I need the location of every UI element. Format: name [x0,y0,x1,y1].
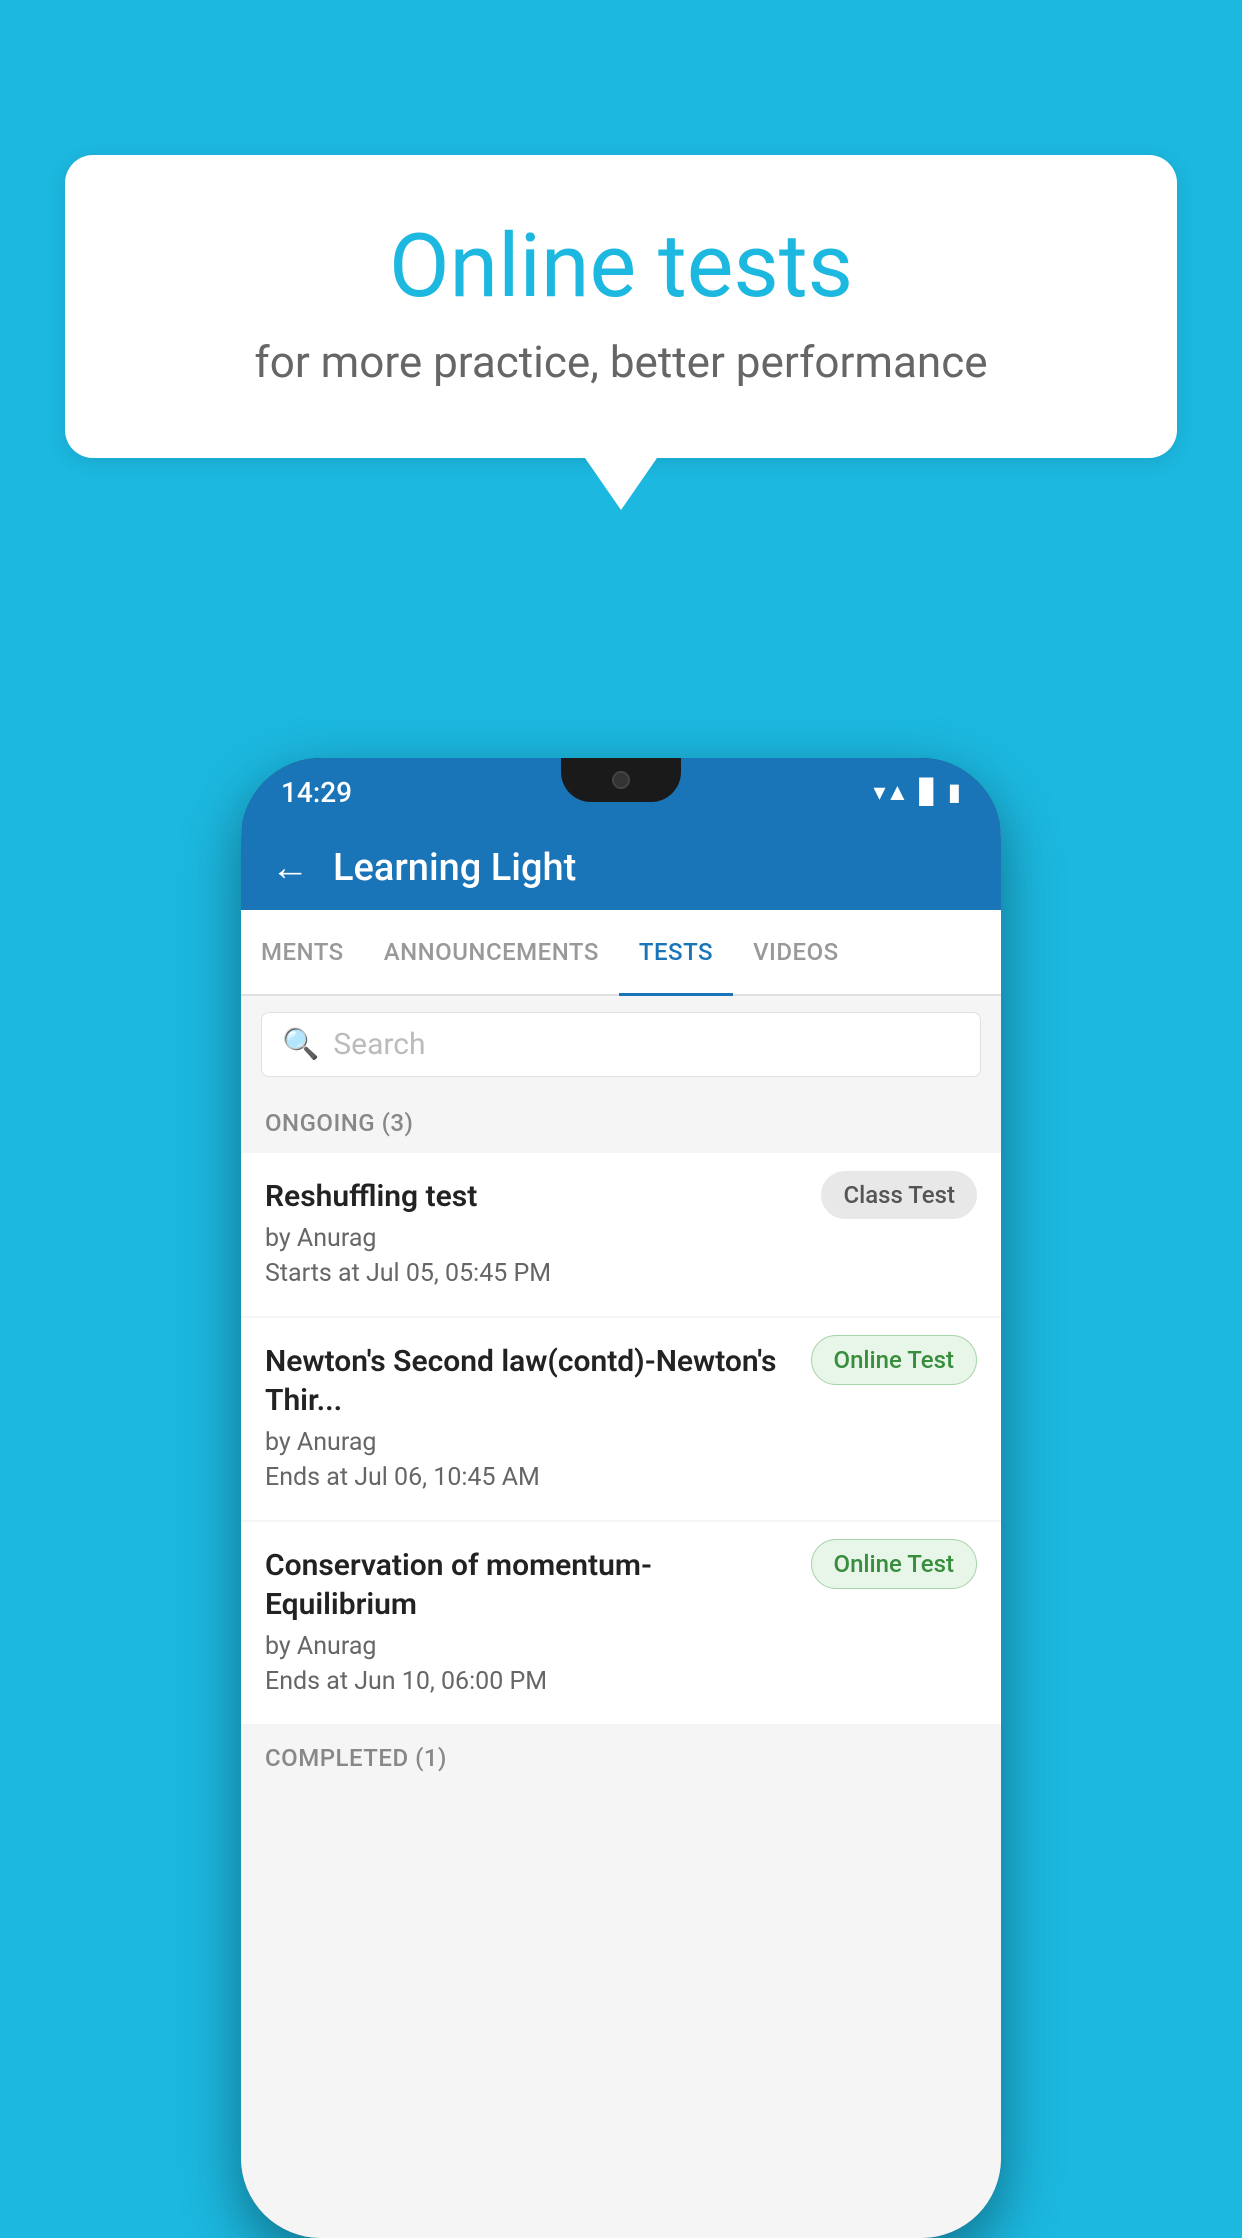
search-placeholder: Search [333,1027,425,1062]
app-header: ← Learning Light [241,826,1001,910]
completed-section-header: COMPLETED (1) [241,1728,1001,1788]
phone-frame: 14:29 ▾▲ ▊ ▮ ← Learning Light MENTS ANNO… [241,758,1001,2238]
app-screen: ← Learning Light MENTS ANNOUNCEMENTS TES… [241,826,1001,2238]
test-item-details: Conservation of momentum-Equilibrium by … [265,1546,795,1696]
test-item-date: Starts at Jul 05, 05:45 PM [265,1259,805,1288]
test-item[interactable]: Newton's Second law(contd)-Newton's Thir… [241,1318,1001,1520]
test-item-name: Newton's Second law(contd)-Newton's Thir… [265,1342,795,1420]
ongoing-section-header: ONGOING (3) [241,1093,1001,1153]
speech-bubble-subtitle: for more practice, better performance [145,336,1097,388]
test-item-name: Conservation of momentum-Equilibrium [265,1546,795,1624]
test-badge: Class Test [821,1171,977,1219]
app-header-title: Learning Light [333,846,576,890]
search-bar-container: 🔍 Search [241,996,1001,1093]
test-badge: Online Test [811,1335,977,1385]
tab-announcements[interactable]: ANNOUNCEMENTS [364,910,619,994]
search-icon: 🔍 [282,1027,319,1062]
status-icons: ▾▲ ▊ ▮ [874,778,962,807]
content-area: ONGOING (3) Reshuffling test by Anurag S… [241,1093,1001,2238]
signal-icon: ▊ [919,778,937,806]
test-item-details: Newton's Second law(contd)-Newton's Thir… [265,1342,795,1492]
test-item[interactable]: Conservation of momentum-Equilibrium by … [241,1522,1001,1724]
test-item-details: Reshuffling test by Anurag Starts at Jul… [265,1177,805,1288]
tab-videos[interactable]: VIDEOS [733,910,859,994]
tab-tests[interactable]: TESTS [619,910,733,994]
tab-ments[interactable]: MENTS [241,910,364,994]
speech-bubble-container: Online tests for more practice, better p… [65,155,1177,510]
front-camera [612,771,630,789]
search-bar[interactable]: 🔍 Search [261,1012,981,1077]
speech-bubble-arrow [585,458,657,510]
test-item-badge-container: Online Test [811,1342,977,1374]
test-item-author: by Anurag [265,1632,795,1661]
status-bar: 14:29 ▾▲ ▊ ▮ [241,758,1001,826]
test-item-date: Ends at Jun 10, 06:00 PM [265,1667,795,1696]
back-button[interactable]: ← [271,846,309,890]
test-item-badge-container: Class Test [821,1177,977,1209]
status-bar-time: 14:29 [281,776,352,809]
tabs-bar: MENTS ANNOUNCEMENTS TESTS VIDEOS [241,910,1001,996]
phone-notch [561,758,681,802]
test-item-name: Reshuffling test [265,1177,805,1216]
battery-icon: ▮ [948,778,961,806]
speech-bubble-title: Online tests [145,215,1097,318]
speech-bubble: Online tests for more practice, better p… [65,155,1177,458]
test-item-author: by Anurag [265,1428,795,1457]
test-item-author: by Anurag [265,1224,805,1253]
wifi-icon: ▾▲ [874,778,910,807]
test-item[interactable]: Reshuffling test by Anurag Starts at Jul… [241,1153,1001,1316]
test-item-date: Ends at Jul 06, 10:45 AM [265,1463,795,1492]
test-item-badge-container: Online Test [811,1546,977,1578]
test-badge: Online Test [811,1539,977,1589]
